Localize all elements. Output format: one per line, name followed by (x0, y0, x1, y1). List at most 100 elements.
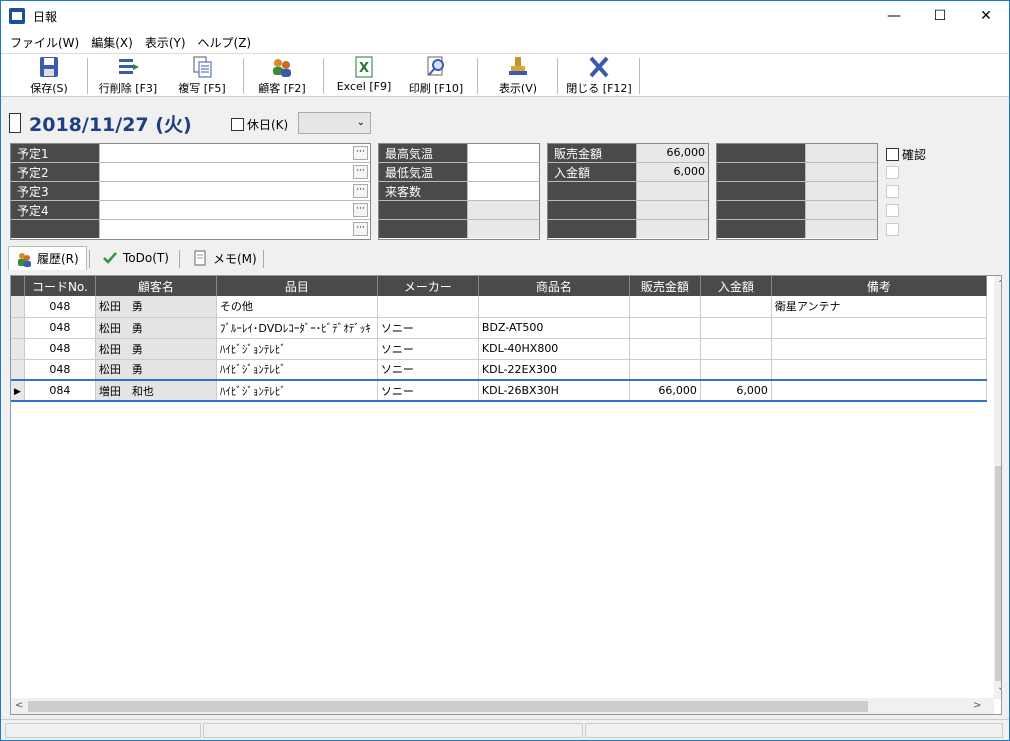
horizontal-scrollbar[interactable]: < > (11, 698, 994, 714)
vertical-scrollbar[interactable]: ⌃ ⌄ (994, 276, 1001, 699)
ellipsis-icon[interactable]: ··· (353, 203, 368, 217)
menu-view[interactable]: 表示(Y) (139, 31, 192, 53)
cell-notes[interactable] (771, 317, 987, 339)
close-window-button[interactable]: ✕ (963, 1, 1009, 31)
row-gutter[interactable] (11, 338, 25, 360)
cell-product[interactable]: KDL-26BX30H (478, 379, 630, 402)
tab-history[interactable]: 履歴(R) (8, 246, 87, 270)
cell-sales[interactable] (629, 338, 701, 360)
confirm-check-box[interactable] (886, 148, 899, 161)
cell-customer[interactable]: 増田 和也 (95, 379, 217, 402)
header-item[interactable]: 品目 (216, 276, 378, 296)
cell-notes[interactable] (771, 338, 987, 360)
close-button[interactable]: 閉じる [F12] (563, 56, 635, 96)
maximize-button[interactable]: ☐ (917, 1, 963, 31)
display-button[interactable]: 表示(V) (489, 56, 547, 96)
scroll-down-icon[interactable]: ⌄ (997, 682, 1001, 693)
header-notes[interactable]: 備考 (771, 276, 987, 296)
cell-sales[interactable] (629, 317, 701, 339)
cell-product[interactable]: KDL-40HX800 (478, 338, 630, 360)
schedule-input[interactable]: ··· (99, 201, 370, 219)
schedule-input[interactable]: ··· (99, 182, 370, 200)
cell-maker[interactable] (377, 296, 479, 318)
horizontal-scroll-thumb[interactable] (28, 701, 868, 712)
save-button[interactable]: 保存(S) (23, 56, 75, 96)
holiday-check-box[interactable] (231, 118, 244, 131)
cell-maker[interactable]: ソニー (377, 379, 479, 402)
cell-customer[interactable]: 松田 勇 (95, 296, 217, 318)
menu-edit[interactable]: 編集(X) (85, 31, 139, 53)
cell-item[interactable]: ﾊｲﾋﾞｼﾞｮﾝﾃﾚﾋﾞ (216, 338, 378, 360)
table-row[interactable]: 048 松田 勇 ﾊｲﾋﾞｼﾞｮﾝﾃﾚﾋﾞ ソニー KDL-40HX800 (11, 338, 987, 360)
tab-memo[interactable]: メモ(M) (185, 246, 264, 270)
scroll-up-icon[interactable]: ⌃ (997, 279, 1001, 290)
cell-payment[interactable] (700, 317, 772, 339)
table-row[interactable]: 048 松田 勇 ﾊｲﾋﾞｼﾞｮﾝﾃﾚﾋﾞ ソニー KDL-22EX300 (11, 359, 987, 381)
cell-item[interactable]: ﾊｲﾋﾞｼﾞｮﾝﾃﾚﾋﾞ (216, 379, 378, 402)
cell-item[interactable]: その他 (216, 296, 378, 318)
header-maker[interactable]: メーカー (377, 276, 479, 296)
row-gutter[interactable] (11, 296, 25, 318)
cell-product[interactable] (478, 296, 630, 318)
cell-payment[interactable] (700, 296, 772, 318)
cell-code[interactable]: 048 (24, 317, 96, 339)
holiday-checkbox[interactable]: 休日(K) (231, 116, 288, 133)
ellipsis-icon[interactable]: ··· (353, 165, 368, 179)
excel-button[interactable]: X Excel [F9] (331, 56, 397, 96)
cell-customer[interactable]: 松田 勇 (95, 317, 217, 339)
cell-product[interactable]: BDZ-AT500 (478, 317, 630, 339)
cell-customer[interactable]: 松田 勇 (95, 338, 217, 360)
cell-item[interactable]: ﾊｲﾋﾞｼﾞｮﾝﾃﾚﾋﾞ (216, 359, 378, 381)
print-button[interactable]: 印刷 [F10] (403, 56, 469, 96)
cell-payment[interactable] (700, 338, 772, 360)
menu-file[interactable]: ファイル(W) (4, 31, 85, 53)
report-date[interactable]: 2018/11/27 (火) (29, 110, 192, 137)
delete-row-button[interactable]: 行削除 [F3] (93, 56, 163, 96)
schedule-input[interactable]: ··· (99, 220, 370, 238)
cell-code[interactable]: 084 (24, 379, 96, 402)
cell-notes[interactable]: 衛星アンテナ (771, 296, 987, 318)
scroll-right-icon[interactable]: > (973, 700, 981, 711)
ellipsis-icon[interactable]: ··· (353, 184, 368, 198)
holiday-dropdown[interactable]: ⌄ (298, 112, 371, 134)
cell-sales[interactable] (629, 296, 701, 318)
low-temp-input[interactable] (467, 163, 539, 181)
cell-product[interactable]: KDL-22EX300 (478, 359, 630, 381)
table-row-current[interactable]: ▶ 084 増田 和也 ﾊｲﾋﾞｼﾞｮﾝﾃﾚﾋﾞ ソニー KDL-26BX30H… (11, 379, 987, 402)
menu-help[interactable]: ヘルプ(Z) (192, 31, 258, 53)
header-code[interactable]: コードNo. (24, 276, 96, 296)
vertical-scroll-thumb[interactable] (995, 466, 1001, 681)
table-row[interactable]: 048 松田 勇 ﾌﾞﾙｰﾚｲ･DVDﾚｺｰﾀﾞｰ･ﾋﾞﾃﾞｵﾃﾞｯｷ ソニー … (11, 317, 987, 339)
cell-customer[interactable]: 松田 勇 (95, 359, 217, 381)
cell-notes[interactable] (771, 359, 987, 381)
cell-notes[interactable] (771, 379, 987, 402)
minimize-button[interactable]: — (871, 1, 917, 31)
scroll-left-icon[interactable]: < (15, 700, 23, 711)
cell-code[interactable]: 048 (24, 296, 96, 318)
row-gutter[interactable] (11, 359, 25, 381)
schedule-input[interactable]: ··· (99, 144, 370, 162)
header-payment[interactable]: 入金額 (700, 276, 772, 296)
cell-maker[interactable]: ソニー (377, 317, 479, 339)
customer-button[interactable]: 顧客 [F2] (251, 56, 313, 96)
cell-payment[interactable]: 6,000 (700, 379, 772, 402)
header-product[interactable]: 商品名 (478, 276, 630, 296)
ellipsis-icon[interactable]: ··· (353, 146, 368, 160)
header-sales[interactable]: 販売金額 (629, 276, 701, 296)
copy-button[interactable]: 複写 [F5] (171, 56, 233, 96)
schedule-input[interactable]: ··· (99, 163, 370, 181)
cell-sales[interactable]: 66,000 (629, 379, 701, 402)
tab-todo[interactable]: ToDo(T) (95, 246, 176, 270)
cell-maker[interactable]: ソニー (377, 359, 479, 381)
confirm-checkbox[interactable]: 確認 (886, 146, 926, 163)
cell-sales[interactable] (629, 359, 701, 381)
row-gutter[interactable] (11, 317, 25, 339)
row-gutter[interactable]: ▶ (11, 379, 25, 402)
cell-item[interactable]: ﾌﾞﾙｰﾚｲ･DVDﾚｺｰﾀﾞｰ･ﾋﾞﾃﾞｵﾃﾞｯｷ (216, 317, 378, 339)
visitor-count-input[interactable] (467, 182, 539, 200)
cell-maker[interactable]: ソニー (377, 338, 479, 360)
cell-payment[interactable] (700, 359, 772, 381)
header-customer[interactable]: 顧客名 (95, 276, 217, 296)
cell-code[interactable]: 048 (24, 359, 96, 381)
high-temp-input[interactable] (467, 144, 539, 162)
